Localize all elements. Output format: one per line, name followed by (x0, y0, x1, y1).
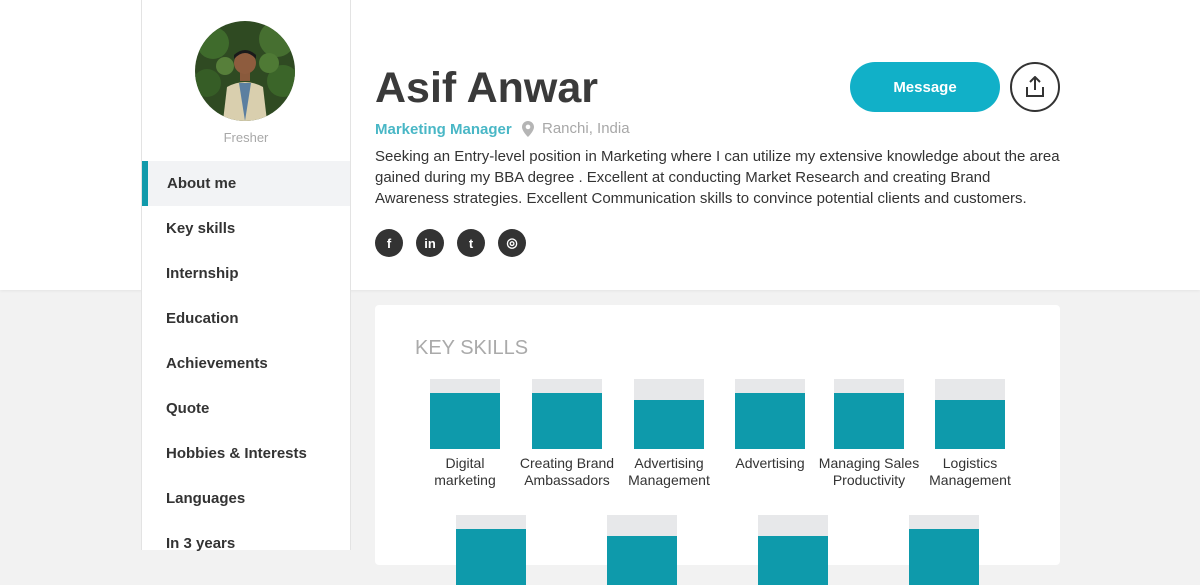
linkedin-icon[interactable]: in (416, 229, 444, 257)
sidebar-item-quote[interactable]: Quote (142, 386, 350, 431)
skill-level-fill (430, 393, 500, 449)
skill-level-bar (456, 515, 526, 585)
profile-location: Ranchi, India (522, 120, 630, 137)
skill-level-fill (456, 529, 526, 585)
skill-level-fill (634, 400, 704, 449)
skill-level-fill (735, 393, 805, 449)
skill-level-bar (758, 515, 828, 585)
skill-level-bar (634, 379, 704, 449)
social-links: f in t ◎ (375, 229, 539, 257)
skill-item: Advertising (718, 379, 822, 472)
skill-level-fill (532, 393, 602, 449)
skill-level-fill (834, 393, 904, 449)
skill-label: Creating Brand Ambassadors (519, 455, 615, 488)
skill-label: Logistics Management (929, 455, 1011, 488)
share-icon (1026, 76, 1044, 97)
skill-level-bar (935, 379, 1005, 449)
skill-item: Managing Sales Productivity (817, 379, 921, 489)
message-button[interactable]: Message (850, 62, 1000, 112)
skill-item: Advertising Management (617, 379, 721, 489)
experience-level: Fresher (223, 130, 269, 145)
skill-level-bar (909, 515, 979, 585)
location-pin-icon (522, 120, 534, 137)
skill-item: Digital marketing (413, 379, 517, 489)
share-button[interactable] (1010, 62, 1060, 112)
skill-item: Logistics Management (918, 379, 1022, 489)
skill-level-bar (735, 379, 805, 449)
skill-level-bar (834, 379, 904, 449)
skill-level-bar (607, 515, 677, 585)
sidebar-item-in-3-years[interactable]: In 3 years (142, 521, 350, 566)
sidebar-item-key-skills[interactable]: Key skills (142, 206, 350, 251)
profile-role: Marketing Manager (375, 121, 512, 138)
key-skills-card: KEY SKILLS Digital marketing Creating Bra… (375, 305, 1060, 585)
profile-summary: Seeking an Entry-level position in Marke… (375, 148, 1060, 207)
instagram-icon[interactable]: ◎ (498, 229, 526, 257)
skill-level-fill (758, 536, 828, 585)
sidebar-item-languages[interactable]: Languages (142, 476, 350, 521)
sidebar: Fresher About me Key skills Internship Educ… (141, 0, 351, 552)
skill-label: Managing Sales Productivity (818, 455, 920, 488)
sidebar-nav: About me Key skills Internship Education Ach… (142, 161, 350, 566)
skill-label: Advertising (735, 455, 805, 471)
sidebar-item-hobbies-interests[interactable]: Hobbies & Interests (142, 431, 350, 476)
sidebar-item-education[interactable]: Education (142, 296, 350, 341)
skill-level-fill (607, 536, 677, 585)
sidebar-item-internship[interactable]: Internship (142, 251, 350, 296)
skill-item (741, 515, 845, 585)
location-text: Ranchi, India (542, 120, 630, 137)
skill-item (439, 515, 543, 585)
skill-item (892, 515, 996, 585)
skill-item (590, 515, 694, 585)
skill-level-bar (532, 379, 602, 449)
avatar (195, 21, 295, 121)
skill-level-fill (935, 400, 1005, 449)
skill-level-bar (430, 379, 500, 449)
sidebar-item-achievements[interactable]: Achievements (142, 341, 350, 386)
skill-label: Advertising Management (628, 455, 710, 488)
skill-level-fill (909, 529, 979, 585)
key-skills-title: KEY SKILLS (415, 337, 529, 359)
profile-name: Asif Anwar (375, 64, 598, 112)
twitter-icon[interactable]: t (457, 229, 485, 257)
skill-label: Digital marketing (434, 455, 496, 488)
facebook-icon[interactable]: f (375, 229, 403, 257)
skill-item: Creating Brand Ambassadors (515, 379, 619, 489)
sidebar-item-about-me[interactable]: About me (142, 161, 350, 206)
